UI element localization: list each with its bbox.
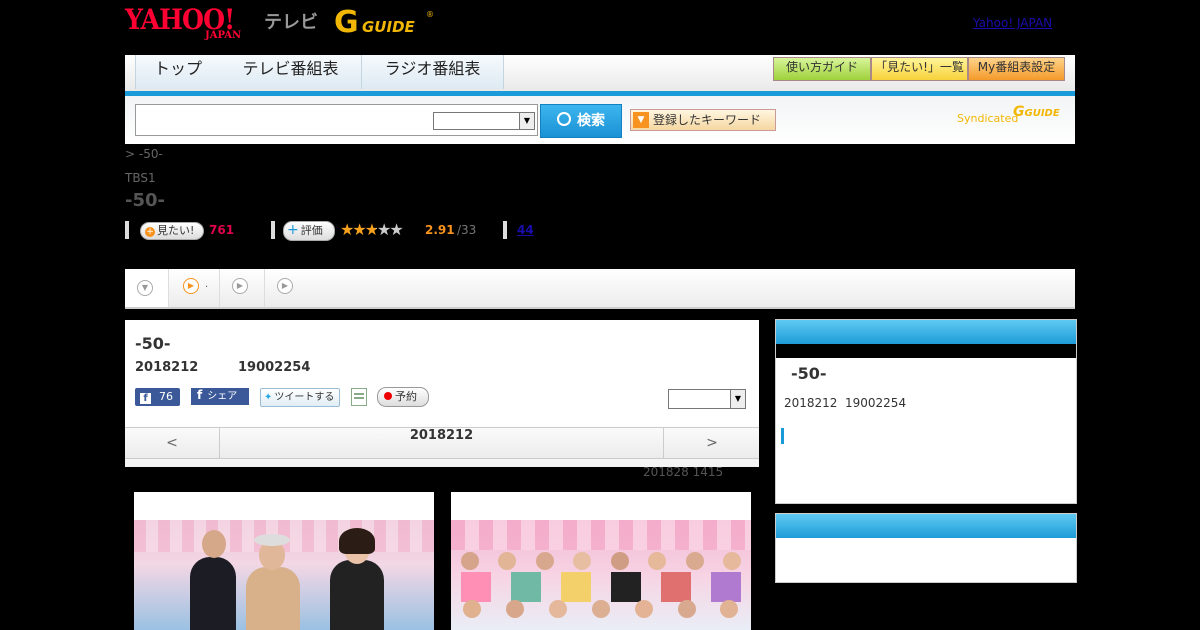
breadcrumb: > -50- [125,147,163,161]
plus-icon: + [145,227,155,237]
want-label: 見たい! [157,224,195,237]
broadcast-time: 19002254 [238,360,311,375]
tv-label: テレビ [264,12,318,33]
play-icon: ▶ [277,278,293,294]
tab-radio-schedule[interactable]: ラジオ番組表 [362,55,504,89]
main-nav: トップ テレビ番組表 ラジオ番組表 使い方ガイド 「見たい!」一覧 My番組表設… [125,55,1075,96]
last-updated: 201828 1415 [643,465,724,479]
panel-header-bar [776,344,1076,358]
page-title: -50- [125,190,165,211]
rating-count: /33 [457,223,477,237]
search-button[interactable]: 検索 [540,104,622,138]
program-title: -50- [135,334,171,353]
rating-stars: ★★★★★ [340,220,404,239]
star-icon: ★ [377,220,391,239]
search-icon [557,112,571,126]
program-detail-panel: -50- 2018212 19002254 f 76 f シェア ✦ ツイートする 予… [125,320,759,467]
sidebar-program-title: -50- [791,364,827,383]
panel-header [776,514,1076,538]
play-icon: ▶ [232,278,248,294]
divider [503,221,507,239]
reserve-label: 予約 [395,390,417,403]
facebook-like-button[interactable]: f 76 [135,388,180,406]
twitter-bird-icon: ✦ [264,392,273,403]
channel-name: TBS1 [125,171,156,185]
tab-cast[interactable]: ▶ [220,269,265,307]
date-navigation: < 2018212 > [125,427,759,459]
search-genre-select[interactable]: ▼ [433,112,535,130]
current-date-label: 2018212 [409,428,474,443]
dropdown-triangle-icon: ▼ [633,112,649,128]
divider [271,221,275,239]
want-count: 761 [209,223,235,237]
tab-tv-schedule[interactable]: テレビ番組表 [220,55,362,89]
tweet-button[interactable]: ✦ ツイートする [260,388,340,407]
keyword-button-label: 登録したキーワード [653,113,762,127]
content-tabs: ▼ ▶ . ▶ ▶ [125,269,1075,309]
sidebar-time: 19002254 [845,396,907,410]
star-icon: ★ [352,220,366,239]
panel-header [776,320,1076,344]
registered-keyword-button[interactable]: ▼ 登録したキーワード [630,109,776,131]
tab-overview[interactable]: ▼ [125,269,169,307]
previous-date-button[interactable]: < [125,428,220,458]
select-arrow-icon: ▼ [519,113,534,129]
next-date-button[interactable]: > [663,428,760,458]
sidebar-secondary-panel [775,513,1077,583]
share-label: シェア [207,391,238,402]
registered-mark: ® [426,10,434,19]
broadcast-date: 2018212 [135,360,199,375]
chevron-down-icon: ▼ [137,280,153,296]
search-button-label: 検索 [577,113,605,129]
sidebar-program-panel: -50- 2018212 19002254 [775,319,1077,504]
record-icon [384,392,392,400]
star-icon: ★ [364,220,379,239]
play-icon: ▶ [183,278,199,294]
gguide-logo[interactable]: G GUIDE ® [334,6,434,42]
star-icon: ★ [340,220,354,239]
program-photo[interactable] [451,492,751,630]
gguide-small-logo: GGUIDE [1013,104,1060,120]
rating-value: 2.91 [425,223,455,237]
select-arrow-icon: ▼ [730,390,745,408]
reserve-button[interactable]: 予約 [377,387,429,407]
japan-logo-text: JAPAN [205,30,242,41]
add-to-calendar-icon[interactable] [351,388,367,406]
rate-label: 評価 [300,224,323,237]
yahoo-japan-logo[interactable]: YAHOO! JAPAN [125,5,265,43]
gguide-g: G [334,5,359,40]
plus-icon: + [287,222,299,238]
my-schedule-settings-button[interactable]: My番組表設定 [968,57,1065,81]
divider [125,221,129,239]
rate-button[interactable]: + 評価 [283,221,335,241]
recorder-select[interactable]: ▼ [668,389,746,409]
star-icon: ★ [389,220,403,239]
tab-related[interactable]: ▶ [265,269,309,307]
search-bar: ▼ 検索 ▼ 登録したキーワード Syndicated GGUIDE [125,96,1075,144]
review-count-link[interactable]: 44 [517,223,534,237]
tweet-label: ツイートする [274,392,335,403]
sidebar-date: 2018212 [784,396,838,410]
section-marker [781,428,784,444]
facebook-icon: f [197,388,203,402]
want-button[interactable]: + 見たい! [140,222,204,240]
facebook-share-button[interactable]: f シェア [191,388,249,405]
facebook-count: 76 [159,390,173,403]
syndicated-label: Syndicated [957,112,1019,125]
usage-guide-button[interactable]: 使い方ガイド [773,57,871,81]
tab-detail[interactable]: ▶ . [169,269,220,307]
tab-top[interactable]: トップ [135,55,221,89]
yahoo-japan-link[interactable]: Yahoo! JAPAN [973,16,1052,30]
facebook-icon: f [140,393,151,404]
gguide-text: GUIDE [362,18,415,36]
program-photo[interactable] [134,492,434,630]
want-list-button[interactable]: 「見たい!」一覧 [871,57,968,81]
